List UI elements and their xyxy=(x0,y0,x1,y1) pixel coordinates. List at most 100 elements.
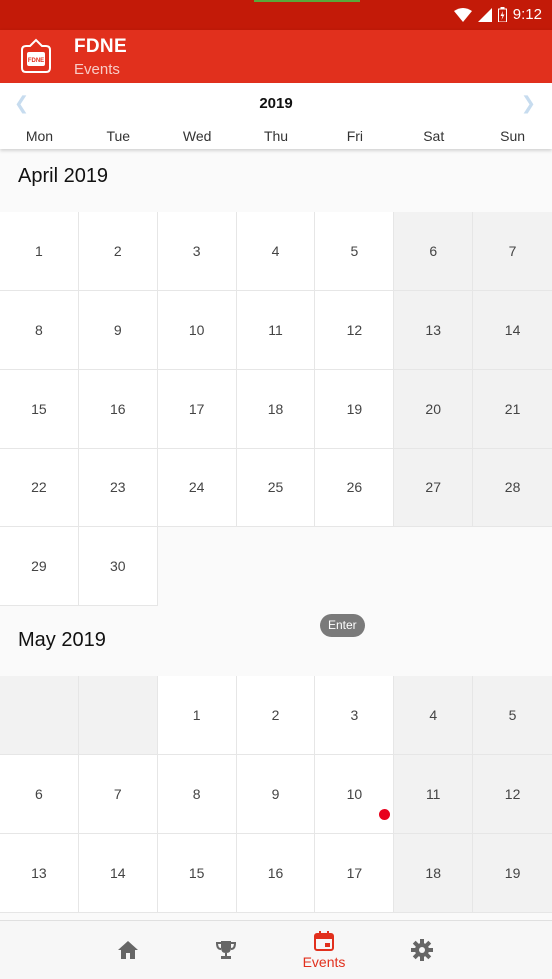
day-cell[interactable]: 26 xyxy=(315,448,395,528)
day-cell[interactable]: 7 xyxy=(473,212,552,291)
day-cell[interactable]: 15 xyxy=(157,833,237,913)
year-label: 2019 xyxy=(259,95,293,112)
day-cell[interactable]: 16 xyxy=(236,833,316,913)
day-number: 6 xyxy=(429,242,438,259)
day-cell[interactable]: 14 xyxy=(78,833,158,913)
day-cell[interactable]: 18 xyxy=(394,833,474,913)
day-number: 14 xyxy=(504,321,521,338)
day-cell[interactable]: 20 xyxy=(394,369,474,449)
fdne-logo: FDNE xyxy=(21,38,51,73)
day-cell[interactable]: 12 xyxy=(315,290,395,370)
day-number: 22 xyxy=(31,479,47,496)
day-number: 15 xyxy=(188,864,205,881)
calendar-body[interactable]: April 2019 1 2 3 4 5 6 7 8 9 10 11 12 13 14 15 16 17 18 19 2… xyxy=(0,149,552,920)
day-cell[interactable]: 21 xyxy=(473,369,552,449)
next-year-icon[interactable]: ❯ xyxy=(521,93,536,114)
month-title: April 2019 xyxy=(18,165,109,187)
day-cell[interactable]: 4 xyxy=(394,676,474,755)
day-number: 16 xyxy=(109,400,126,417)
day-cell[interactable]: 11 xyxy=(394,754,474,834)
day-cell[interactable]: 6 xyxy=(394,212,474,291)
day-number: 15 xyxy=(31,400,47,417)
day-number: 26 xyxy=(346,479,363,496)
day-cell[interactable]: 19 xyxy=(315,369,395,449)
nav-trophy[interactable] xyxy=(191,921,261,979)
day-number: 11 xyxy=(425,785,441,802)
day-cell[interactable]: 1 xyxy=(0,212,79,291)
day-cell[interactable]: 24 xyxy=(157,448,237,528)
day-number: 24 xyxy=(188,479,205,496)
day-cell[interactable]: 7 xyxy=(78,754,158,834)
day-number: 25 xyxy=(267,479,284,496)
day-number: 1 xyxy=(192,706,201,723)
day-cell[interactable]: 17 xyxy=(315,833,395,913)
day-cell[interactable]: 2 xyxy=(236,676,316,755)
day-cell[interactable]: 30 xyxy=(78,527,158,607)
day-cell[interactable]: 28 xyxy=(473,448,552,528)
app-bar: FDNE FDNE Events xyxy=(0,30,552,83)
day-cell[interactable]: 22 xyxy=(0,448,79,528)
day-cell[interactable]: 23 xyxy=(78,448,158,528)
day-number: 11 xyxy=(268,321,283,338)
day-number: 2 xyxy=(113,242,122,259)
day-number: 10 xyxy=(346,785,363,802)
day-number: 29 xyxy=(31,558,47,575)
weekday-label: Tue xyxy=(106,128,131,144)
day-cell[interactable]: 10 xyxy=(315,754,395,834)
day-cell[interactable]: 18 xyxy=(236,369,316,449)
day-cell[interactable]: 25 xyxy=(236,448,316,528)
nav-events[interactable]: Events xyxy=(289,921,359,979)
enter-button[interactable]: Enter xyxy=(320,614,365,637)
day-number: 19 xyxy=(346,400,363,417)
day-cell[interactable]: 6 xyxy=(0,754,79,834)
day-number: 21 xyxy=(504,400,521,417)
day-cell[interactable]: 17 xyxy=(157,369,237,449)
day-cell[interactable]: 2 xyxy=(78,212,158,291)
day-cell[interactable]: 8 xyxy=(157,754,237,834)
day-number: 20 xyxy=(425,400,441,417)
day-cell[interactable]: 19 xyxy=(473,833,552,913)
day-number: 12 xyxy=(346,321,363,338)
day-number: 17 xyxy=(346,864,363,881)
calendar-header: ❮ 2019 ❯ Mon Tue Wed Thu Fri Sat Sun xyxy=(0,83,552,149)
nav-settings[interactable] xyxy=(387,921,457,979)
day-number: 16 xyxy=(267,864,284,881)
day-cell[interactable]: 14 xyxy=(473,290,552,370)
day-number: 18 xyxy=(425,864,441,881)
day-cell[interactable]: 8 xyxy=(0,290,79,370)
status-time: 9:12 xyxy=(512,6,542,23)
day-cell[interactable]: 11 xyxy=(236,290,316,370)
day-cell[interactable]: 16 xyxy=(78,369,158,449)
day-cell[interactable]: 13 xyxy=(0,833,79,913)
day-number: 14 xyxy=(109,864,126,881)
day-cell[interactable]: 3 xyxy=(315,676,395,755)
weekday-label: Wed xyxy=(182,128,212,144)
day-number: 4 xyxy=(271,242,280,259)
day-number: 9 xyxy=(113,321,122,338)
nav-home[interactable] xyxy=(93,921,163,979)
day-cell[interactable]: 27 xyxy=(394,448,474,528)
bottom-navigation: Events xyxy=(0,920,552,979)
day-cell[interactable]: 5 xyxy=(473,676,552,755)
day-cell[interactable]: 12 xyxy=(473,754,552,834)
day-number: 6 xyxy=(35,785,43,802)
day-cell[interactable]: 5 xyxy=(315,212,395,291)
status-bar: 9:12 xyxy=(0,0,552,30)
day-cell[interactable]: 4 xyxy=(236,212,316,291)
logo-text: FDNE xyxy=(28,58,44,64)
month-title: May 2019 xyxy=(18,629,106,651)
weekday-label: Thu xyxy=(263,128,289,144)
day-cell[interactable]: 1 xyxy=(157,676,237,755)
battery-icon xyxy=(497,7,507,22)
day-number: 3 xyxy=(350,706,359,723)
day-cell[interactable]: 13 xyxy=(394,290,474,370)
day-cell[interactable]: 9 xyxy=(78,290,158,370)
day-number: 4 xyxy=(429,706,438,723)
day-number: 12 xyxy=(504,785,521,802)
day-cell[interactable]: 10 xyxy=(157,290,237,370)
weekday-label: Fri xyxy=(346,128,364,144)
day-cell[interactable]: 15 xyxy=(0,369,79,449)
day-cell[interactable]: 9 xyxy=(236,754,316,834)
day-cell[interactable]: 3 xyxy=(157,212,237,291)
day-cell[interactable]: 29 xyxy=(0,527,79,607)
